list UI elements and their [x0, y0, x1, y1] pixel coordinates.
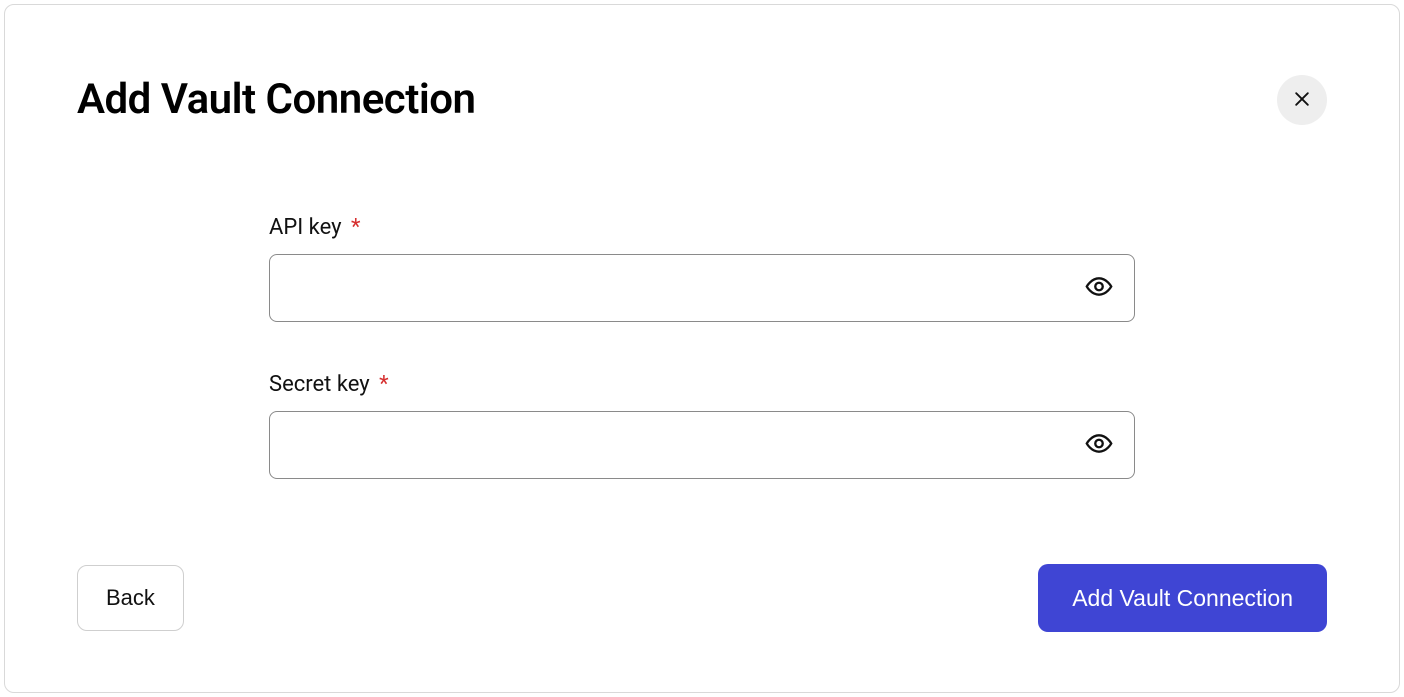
required-indicator: * — [351, 215, 360, 240]
secret-key-visibility-toggle[interactable] — [1079, 424, 1119, 467]
secret-key-input[interactable] — [269, 411, 1135, 479]
modal-footer: Back Add Vault Connection — [77, 564, 1327, 632]
api-key-field-group: API key * — [269, 215, 1135, 322]
back-button[interactable]: Back — [77, 565, 184, 631]
api-key-input-wrap — [269, 254, 1135, 322]
eye-icon — [1085, 430, 1113, 461]
secret-key-label: Secret key * — [269, 372, 1135, 397]
add-vault-connection-modal: Add Vault Connection API key * — [4, 4, 1400, 693]
api-key-label: API key * — [269, 215, 1135, 240]
modal-title: Add Vault Connection — [77, 75, 475, 124]
close-button[interactable] — [1277, 75, 1327, 125]
add-vault-connection-button[interactable]: Add Vault Connection — [1038, 564, 1327, 632]
eye-icon — [1085, 273, 1113, 304]
required-indicator: * — [379, 372, 388, 397]
api-key-label-text: API key — [269, 215, 342, 240]
secret-key-input-wrap — [269, 411, 1135, 479]
modal-header: Add Vault Connection — [77, 75, 1327, 125]
secret-key-field-group: Secret key * — [269, 372, 1135, 479]
api-key-input[interactable] — [269, 254, 1135, 322]
secret-key-label-text: Secret key — [269, 372, 370, 397]
close-icon — [1292, 89, 1312, 112]
api-key-visibility-toggle[interactable] — [1079, 267, 1119, 310]
form-area: API key * Secret key * — [77, 215, 1327, 479]
